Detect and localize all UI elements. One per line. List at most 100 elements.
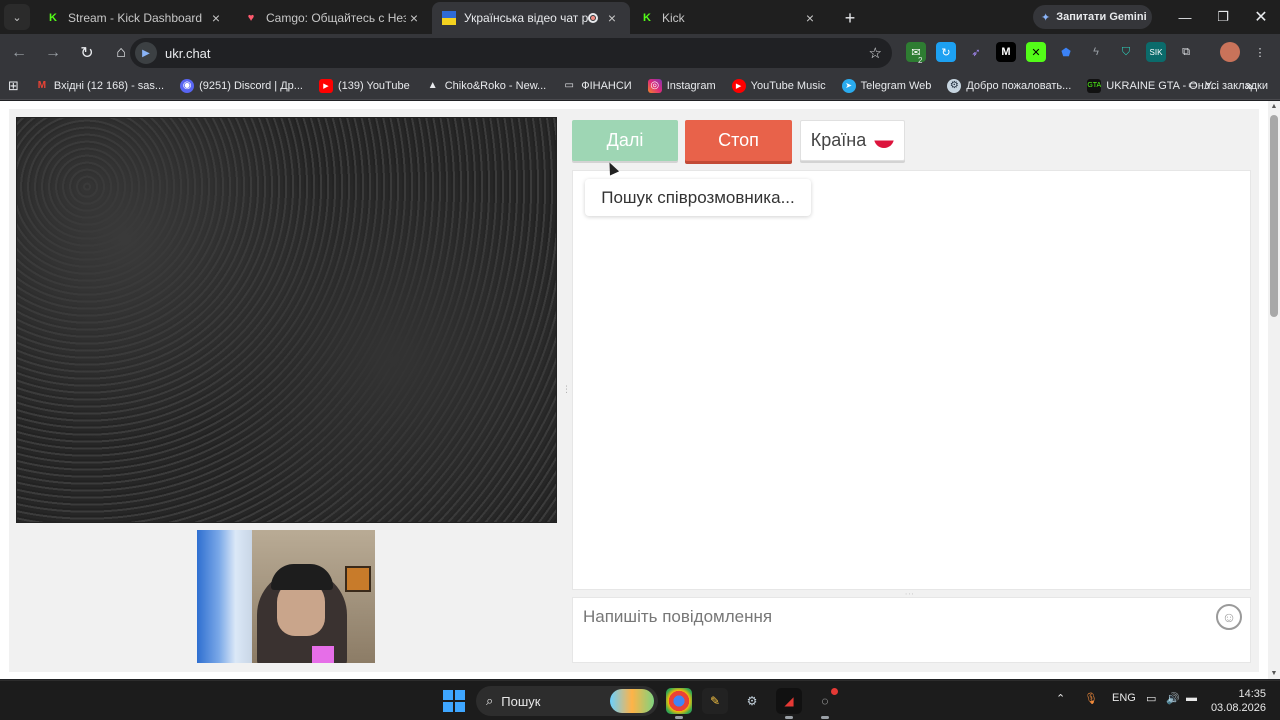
home-icon: ⌂ — [116, 44, 126, 61]
tab-kick[interactable]: K Kick × — [630, 2, 828, 34]
windows-start-icon[interactable] — [443, 690, 465, 712]
extension-rocket-icon[interactable]: ➶ — [966, 42, 986, 62]
volume-icon[interactable]: 🔊 — [1166, 692, 1180, 705]
country-button[interactable]: Країна — [800, 120, 905, 161]
bookmark-folder-finance[interactable]: ▭ ФІНАНСИ — [554, 75, 640, 97]
capture-app-icon[interactable]: ◢ — [776, 688, 802, 719]
url-text: ukr.chat — [165, 45, 211, 61]
restore-button[interactable]: ❐ — [1204, 0, 1242, 34]
bookmark-label: Instagram — [666, 79, 716, 92]
extension-vpn-icon[interactable]: ⛉ — [1116, 42, 1136, 62]
extension-m-icon[interactable]: M — [996, 42, 1016, 62]
system-clock[interactable]: 14:35 03.08.2026 — [1211, 687, 1266, 715]
tab-ukr-chat[interactable]: Українська відео чат рулетка × — [432, 2, 630, 34]
obs-icon[interactable]: ◌ — [812, 688, 838, 719]
extensions-puzzle-icon[interactable]: ⧉ — [1176, 42, 1196, 62]
split-handle[interactable]: ⋮ — [562, 384, 571, 395]
next-button[interactable]: Далі — [572, 120, 678, 161]
reload-button[interactable]: ↻ — [72, 38, 102, 68]
extension-sync-icon[interactable]: ↻ — [936, 42, 956, 62]
gemini-sparkle-icon: ✦ — [1041, 11, 1051, 24]
extension-badge: 2 — [918, 56, 923, 65]
chrome-icon[interactable] — [666, 688, 692, 719]
message-input[interactable] — [583, 604, 1203, 630]
country-label: Країна — [810, 130, 867, 150]
steam-taskbar-icon[interactable]: ⚙ — [739, 688, 765, 714]
extension-chat-icon[interactable]: ✉ — [906, 42, 926, 62]
network-icon[interactable]: ▭ — [1146, 692, 1156, 705]
page-scrollbar[interactable]: ▲ ▼ — [1268, 101, 1280, 679]
tab-camgo[interactable]: ♥ Camgo: Общайтесь с Незнакомцами × — [234, 2, 432, 34]
minimize-icon: — — [1178, 9, 1192, 25]
address-bar[interactable]: ▶ ukr.chat ☆ — [130, 38, 892, 68]
all-bookmarks-button[interactable]: ▭ Усі закладки — [1178, 75, 1276, 97]
close-icon[interactable]: × — [208, 10, 224, 26]
extension-kick-icon[interactable]: ✕ — [1026, 42, 1046, 62]
apps-grid-icon: ⊞ — [8, 77, 19, 93]
gemini-button[interactable]: ✦ Запитати Gemini — [1033, 5, 1152, 29]
profile-avatar[interactable] — [1220, 42, 1240, 62]
kick-icon: K — [643, 12, 651, 24]
arrow-right-icon: → — [45, 44, 61, 61]
local-video — [197, 530, 375, 663]
close-window-button[interactable]: ✕ — [1242, 0, 1280, 34]
new-tab-button[interactable]: + — [836, 4, 864, 32]
scroll-down-icon[interactable]: ▼ — [1270, 670, 1278, 677]
extension-sik-icon[interactable]: SIK — [1146, 42, 1166, 62]
chevron-down-icon: ⌄ — [12, 11, 22, 24]
tab-title: Camgo: Общайтесь с Незнакомцами — [266, 11, 406, 25]
video-camera-icon[interactable]: ▶ — [135, 42, 157, 64]
taskbar-search[interactable]: ⌕ Пошук — [476, 686, 658, 716]
arrow-left-icon: ← — [11, 44, 27, 61]
language-indicator[interactable]: ENG — [1112, 692, 1136, 704]
bookmark-instagram[interactable]: ◎ Instagram — [640, 75, 724, 97]
bookmark-steam[interactable]: ⚙ Добро пожаловать... — [939, 75, 1079, 97]
bookmark-star-icon[interactable]: ☆ — [869, 44, 882, 62]
gemini-label: Запитати Gemini — [1056, 11, 1147, 23]
microphone-icon[interactable]: 🎙 — [1084, 692, 1098, 705]
instagram-icon: ◎ — [647, 78, 662, 93]
clock-date: 03.08.2026 — [1210, 702, 1266, 714]
bookmark-label: ФІНАНСИ — [581, 79, 632, 92]
tab-kick-dashboard[interactable]: K Stream - Kick Dashboard × — [36, 2, 234, 34]
bookmark-label: YouTube Music — [750, 79, 826, 92]
apps-grid-button[interactable]: ⊞ — [0, 75, 27, 97]
bookmark-chiko-roko[interactable]: ▲ Chiko&Roko - New... — [418, 75, 554, 97]
close-icon[interactable]: × — [406, 10, 422, 26]
close-icon[interactable]: × — [802, 10, 818, 26]
bookmark-discord[interactable]: ◉ (9251) Discord | Др... — [172, 75, 311, 97]
discord-icon: ◉ — [180, 78, 195, 93]
search-icon: ⌕ — [486, 693, 494, 708]
tab-title: Kick — [662, 11, 685, 25]
scroll-up-icon[interactable]: ▲ — [1270, 103, 1278, 110]
forward-button[interactable]: → — [38, 38, 68, 68]
scroll-thumb[interactable] — [1270, 115, 1278, 317]
search-highlight-image — [610, 689, 654, 713]
bookmark-youtube[interactable]: ▶ (139) YouTube — [311, 75, 418, 97]
clock-time: 14:35 — [1238, 688, 1266, 700]
stop-button[interactable]: Стоп — [685, 120, 792, 161]
extension-shield-icon[interactable]: ⬟ — [1056, 42, 1076, 62]
bookmark-label: Добро пожаловать... — [966, 79, 1072, 92]
minimize-button[interactable]: — — [1166, 0, 1204, 34]
pen-app-icon[interactable]: ✎ — [702, 688, 728, 714]
battery-icon[interactable]: ▬ — [1186, 692, 1197, 704]
chat-messages-area — [572, 170, 1251, 590]
restore-icon: ❐ — [1217, 9, 1229, 24]
close-icon[interactable]: × — [604, 10, 620, 26]
emoji-icon[interactable]: ☺ — [1216, 604, 1242, 630]
tray-chevron-up-icon[interactable]: ⌃ — [1056, 692, 1065, 705]
back-button[interactable]: ← — [4, 38, 34, 68]
plus-icon: + — [844, 7, 856, 28]
menu-dots-icon[interactable]: ⋮ — [1250, 42, 1270, 62]
bookmark-gmail[interactable]: M Вхідні (12 168) - sas... — [27, 75, 172, 97]
bookmark-telegram[interactable]: ➤ Telegram Web — [834, 75, 940, 97]
tab-search-button[interactable]: ⌄ — [4, 4, 30, 30]
folder-icon: ▭ — [1188, 80, 1198, 91]
tab-title: Українська відео чат рулетка — [464, 11, 588, 25]
bookmark-youtube-music[interactable]: ▶ YouTube Music — [724, 75, 834, 97]
youtube-music-icon: ▶ — [731, 78, 746, 93]
extension-bolt-icon[interactable]: ϟ — [1086, 42, 1106, 62]
steam-icon: ⚙ — [947, 78, 962, 93]
bookmarks-bar: ⊞ M Вхідні (12 168) - sas... ◉ (9251) Disc… — [0, 72, 1280, 100]
